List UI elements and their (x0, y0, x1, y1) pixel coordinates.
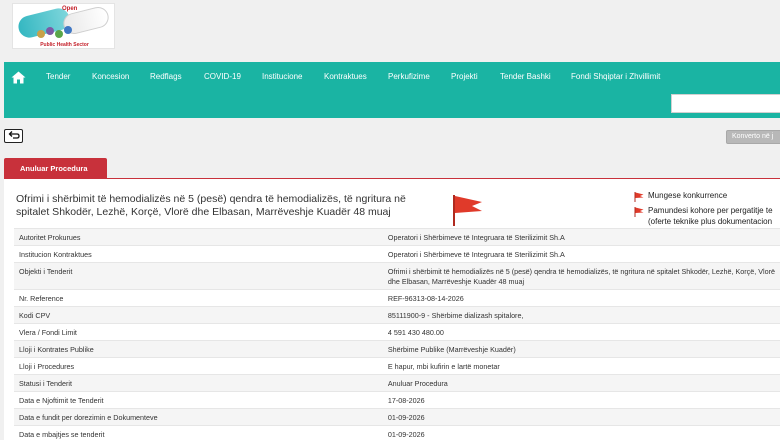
field-value: REF-96313-08-14-2026 (382, 289, 780, 307)
field-label: Lloji i Procedures (14, 357, 383, 375)
convert-button[interactable]: Konverto në j (726, 130, 780, 144)
field-label: Data e Njoftimit te Tenderit (14, 391, 383, 409)
field-value: Shërbime Publike (Marrëveshje Kuadër) (382, 340, 780, 358)
back-arrow-icon (8, 131, 20, 139)
page: Open Public Health Sector Tender Koncesi… (0, 0, 780, 440)
field-label: Nr. Reference (14, 289, 383, 307)
logo-brand-text: Open (62, 6, 78, 12)
site-logo[interactable]: Open Public Health Sector (12, 3, 115, 49)
table-row: Statusi i Tenderit Anuluar Procedura (14, 374, 780, 392)
table-row: Vlera / Fondi Limit 4 591 430 480.00 (14, 323, 780, 341)
nav-perkufizime[interactable]: Perkufizime (388, 72, 430, 81)
nav-kontraktues[interactable]: Kontraktues (324, 72, 367, 81)
field-label: Statusi i Tenderit (14, 374, 383, 392)
table-row: Autoritet Prokurues Operatori i Shërbime… (14, 228, 780, 246)
field-label: Vlera / Fondi Limit (14, 323, 383, 341)
table-row: Data e Njoftimit te Tenderit 17-08-2026 (14, 391, 780, 409)
table-row: Kodi CPV 85111900-9 - Shërbime dializash… (14, 306, 780, 324)
tab-anuluar-procedura[interactable]: Anuluar Procedura (4, 158, 107, 179)
redflag-text: (oferte teknike plus dokumentacion (648, 217, 773, 226)
field-value: Anuluar Procedura (382, 374, 780, 392)
table-row: Data e fundit per dorezimin e Dokumentev… (14, 408, 780, 426)
search-input[interactable] (671, 94, 780, 113)
field-value: 85111900-9 - Shërbime dializash spitalor… (382, 306, 780, 324)
nav-institucione[interactable]: Institucione (262, 72, 302, 81)
table-row: Lloji i Procedures E hapur, mbi kufirin … (14, 357, 780, 375)
field-value: 01-09-2026 (382, 425, 780, 440)
logo-caption: Public Health Sector (40, 42, 89, 48)
table-row: Institucion Kontraktues Operatori i Shër… (14, 245, 780, 263)
nav-fondi-shqiptar[interactable]: Fondi Shqiptar i Zhvillimit (571, 72, 660, 81)
table-row: Objekti i Tenderit Ofrimi i shërbimit të… (14, 262, 780, 290)
main-navbar: Tender Koncesion Redflags COVID-19 Insti… (4, 62, 780, 118)
nav-projekti[interactable]: Projekti (451, 72, 478, 81)
field-value: Operatori i Shërbimeve të Integruara të … (382, 245, 780, 263)
field-value: 4 591 430 480.00 (382, 323, 780, 341)
table-row: Lloji i Kontrates Publike Shërbime Publi… (14, 340, 780, 358)
field-label: Data e fundit per dorezimin e Dokumentev… (14, 408, 383, 426)
field-label: Objekti i Tenderit (14, 262, 383, 290)
nav-redflags[interactable]: Redflags (150, 72, 182, 81)
field-value: 17-08-2026 (382, 391, 780, 409)
field-value: 01-09-2026 (382, 408, 780, 426)
field-label: Institucion Kontraktues (14, 245, 383, 263)
field-value-line: Ofrimi i shërbimit të hemodializës në 5 … (387, 267, 775, 276)
home-icon[interactable] (11, 71, 26, 84)
field-label: Autoritet Prokurues (14, 228, 383, 246)
tender-details-table: Autoritet Prokurues Operatori i Shërbime… (14, 228, 780, 440)
small-flag-icon (634, 207, 644, 217)
nav-tender[interactable]: Tender (46, 72, 70, 81)
procedure-title: Ofrimi i shërbimit të hemodializës në 5 … (16, 193, 406, 218)
nav-koncesion[interactable]: Koncesion (92, 72, 129, 81)
field-label: Kodi CPV (14, 306, 383, 324)
field-value-multiline: Ofrimi i shërbimit të hemodializës në 5 … (382, 262, 780, 290)
nav-tender-bashki[interactable]: Tender Bashki (500, 72, 551, 81)
back-button[interactable] (4, 129, 23, 143)
field-value: E hapur, mbi kufirin e lartë monetar (382, 357, 780, 375)
redflag-text: Pamundesi kohore per pergatitje te (648, 206, 773, 215)
nav-covid[interactable]: COVID-19 (204, 72, 241, 81)
red-flag-icon (453, 195, 482, 226)
field-value-line: dhe Elbasan, Marrëveshje Kuadër 48 muaj (387, 277, 525, 286)
header: Open Public Health Sector (0, 0, 780, 62)
redflag-text: Mungese konkurrence (648, 191, 728, 200)
field-value: Operatori i Shërbimeve të Integruara të … (382, 228, 780, 246)
table-row: Nr. Reference REF-96313-08-14-2026 (14, 289, 780, 307)
small-flag-icon (634, 192, 644, 202)
field-label: Lloji i Kontrates Publike (14, 340, 383, 358)
field-label: Data e mbajtjes se tenderit (14, 425, 383, 440)
procedure-panel: Ofrimi i shërbimit të hemodializës në 5 … (4, 179, 780, 440)
table-row: Data e mbajtjes se tenderit 01-09-2026 (14, 425, 780, 440)
